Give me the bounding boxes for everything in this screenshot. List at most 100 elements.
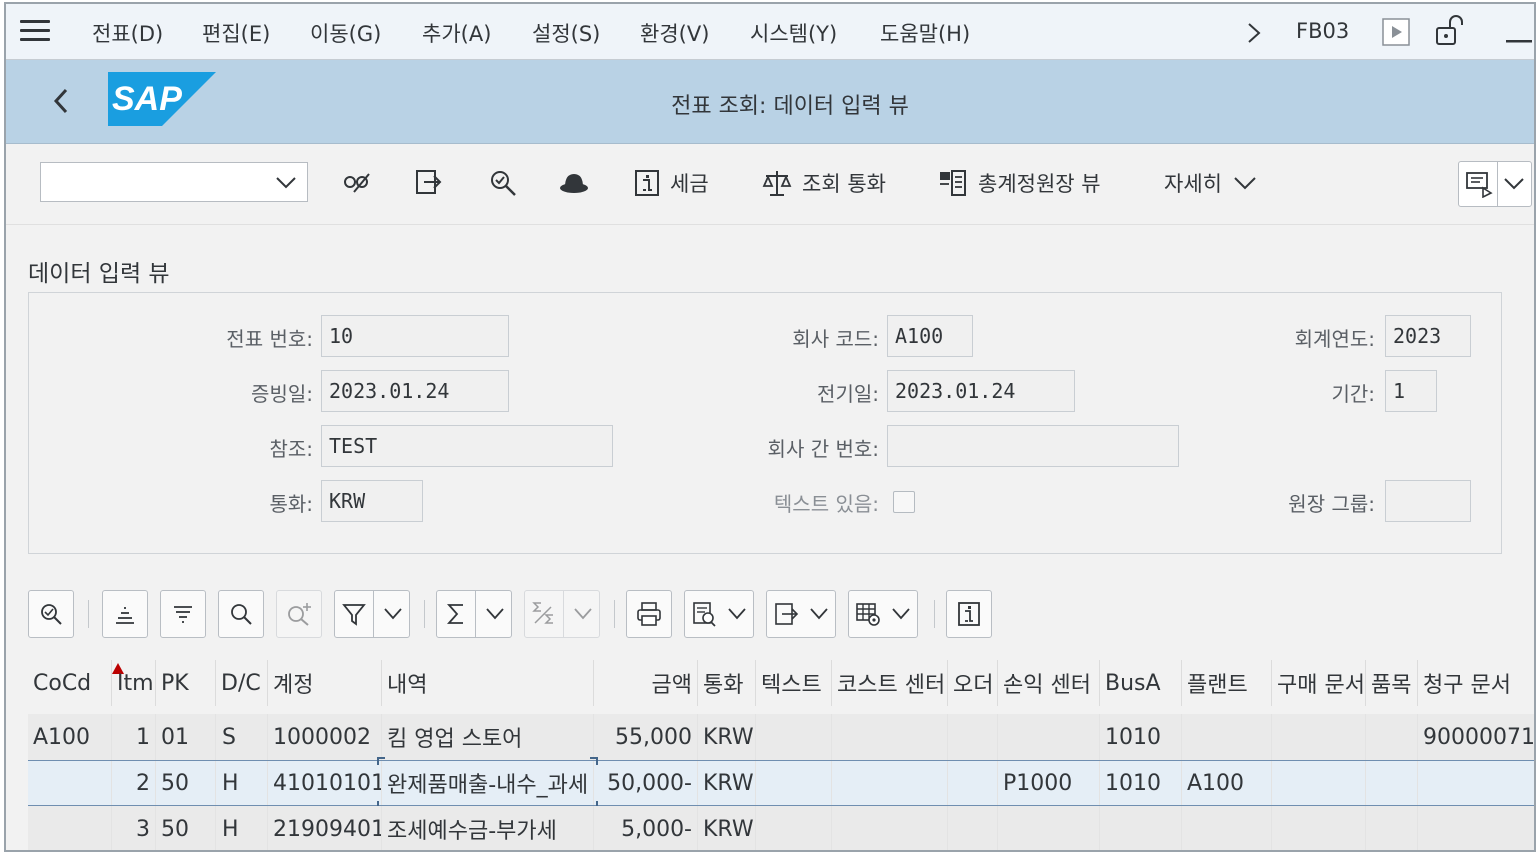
col-header-item[interactable]: Itm	[112, 660, 156, 706]
cell-text[interactable]	[756, 806, 832, 850]
col-header-busa[interactable]: BusA	[1100, 660, 1182, 706]
ledger-group-field[interactable]	[1385, 480, 1471, 522]
doc-date-field[interactable]: 2023.01.24	[321, 370, 509, 412]
cell-account[interactable]: 1000002	[268, 714, 382, 760]
cell-purchase-doc[interactable]	[1272, 761, 1366, 805]
cell-cost-center[interactable]	[832, 806, 948, 850]
menu-document[interactable]: 전표(D)	[92, 18, 163, 48]
menu-settings[interactable]: 설정(S)	[532, 18, 600, 48]
cell-purchase-doc[interactable]	[1272, 806, 1366, 850]
filter-split-button[interactable]	[334, 590, 410, 638]
reference-field[interactable]: TEST	[321, 425, 613, 467]
details-button[interactable]	[28, 590, 74, 638]
col-header-currency[interactable]: 통화	[698, 660, 756, 706]
col-header-amount[interactable]: 금액	[594, 660, 698, 706]
unlock-icon[interactable]	[1434, 14, 1464, 48]
cell-account[interactable]: 41010101	[268, 761, 382, 805]
cell-busa[interactable]: 1010	[1100, 714, 1182, 760]
edit-glasses-button[interactable]	[342, 165, 372, 201]
col-header-text[interactable]: 텍스트	[756, 660, 832, 706]
cell-busa[interactable]	[1100, 806, 1182, 850]
cell-cocd[interactable]	[28, 761, 112, 805]
sort-desc-button[interactable]	[160, 590, 206, 638]
menu-extras[interactable]: 추가(A)	[422, 18, 491, 48]
cell-account[interactable]: 21909401	[268, 806, 382, 850]
subtotal-split-button[interactable]	[524, 590, 600, 638]
cell-po-item[interactable]	[1366, 806, 1418, 850]
currency-field[interactable]: KRW	[321, 480, 423, 522]
cell-pk[interactable]: 50	[156, 806, 216, 850]
switch-button[interactable]	[414, 165, 444, 201]
menu-edit[interactable]: 편집(E)	[202, 18, 270, 48]
col-header-pk[interactable]: PK	[156, 660, 216, 706]
posting-date-field[interactable]: 2023.01.24	[887, 370, 1075, 412]
col-header-plant[interactable]: 플랜트	[1182, 660, 1272, 706]
cell-description[interactable]: 조세예수금-부가세	[382, 806, 594, 850]
table-row[interactable]: A100 1 01 S 1000002 킴 영업 스토어 55,000 KRW …	[28, 714, 1534, 760]
menu-goto[interactable]: 이동(G)	[310, 18, 381, 48]
cell-busa[interactable]: 1010	[1100, 761, 1182, 805]
execute-icon[interactable]	[1382, 18, 1410, 46]
cell-order[interactable]	[948, 761, 998, 805]
cell-currency[interactable]: KRW	[698, 761, 756, 805]
cell-po-item[interactable]	[1366, 761, 1418, 805]
cell-text[interactable]	[756, 761, 832, 805]
cell-dc[interactable]: H	[216, 761, 268, 805]
cell-purchase-doc[interactable]	[1272, 714, 1366, 760]
table-row-selected[interactable]: 2 50 H 41010101 완제품매출-내수_과세 50,000- KRW …	[28, 757, 1534, 809]
col-header-cocd[interactable]: CoCd	[28, 660, 112, 706]
menu-system[interactable]: 시스템(Y)	[750, 18, 837, 48]
cell-cost-center[interactable]	[832, 714, 948, 760]
menu-help[interactable]: 도움말(H)	[880, 18, 970, 48]
cell-description[interactable]: 킴 영업 스토어	[382, 714, 594, 760]
cell-pk[interactable]: 50	[156, 761, 216, 805]
cell-item[interactable]: 1	[112, 714, 156, 760]
print-button[interactable]	[626, 590, 672, 638]
export-split-button[interactable]	[766, 590, 836, 638]
cell-dc[interactable]: S	[216, 714, 268, 760]
col-header-purchase-doc[interactable]: 구매 문서	[1272, 660, 1366, 706]
menu-environment[interactable]: 환경(V)	[640, 18, 709, 48]
cell-profit-center[interactable]	[998, 714, 1100, 760]
menu-icon[interactable]	[20, 20, 50, 44]
fiscal-year-field[interactable]: 2023	[1385, 315, 1471, 357]
col-header-dc[interactable]: D/C	[216, 660, 268, 706]
cell-item[interactable]: 3	[112, 806, 156, 850]
cell-currency[interactable]: KRW	[698, 714, 756, 760]
cell-billing-doc[interactable]	[1418, 806, 1534, 850]
tax-button[interactable]: 세금	[634, 165, 709, 201]
display-button[interactable]	[488, 165, 518, 201]
text-exists-checkbox[interactable]	[893, 491, 915, 513]
cell-po-item[interactable]	[1366, 714, 1418, 760]
col-header-po-item[interactable]: 품목	[1366, 660, 1418, 706]
cell-item[interactable]: 2	[112, 761, 156, 805]
cell-text[interactable]	[756, 714, 832, 760]
cell-order[interactable]	[948, 806, 998, 850]
intercompany-field[interactable]	[887, 425, 1179, 467]
cell-currency[interactable]: KRW	[698, 806, 756, 850]
info-button[interactable]	[946, 590, 992, 638]
sum-split-button[interactable]	[436, 590, 512, 638]
find-next-button[interactable]	[276, 590, 322, 638]
cell-billing-doc[interactable]: 90000071	[1418, 714, 1534, 760]
cell-order[interactable]	[948, 714, 998, 760]
cell-profit-center[interactable]: P1000	[998, 761, 1100, 805]
cell-pk[interactable]: 01	[156, 714, 216, 760]
cell-cocd[interactable]	[28, 806, 112, 850]
col-header-profit-center[interactable]: 손익 센터	[998, 660, 1100, 706]
command-dropdown[interactable]	[40, 162, 308, 202]
nav-forward-icon[interactable]	[1246, 22, 1262, 44]
col-header-billing-doc[interactable]: 청구 문서	[1418, 660, 1534, 706]
col-header-cost-center[interactable]: 코스트 센터	[832, 660, 948, 706]
grid-settings-split-button[interactable]	[848, 590, 918, 638]
table-row[interactable]: 3 50 H 21909401 조세예수금-부가세 5,000- KRW	[28, 806, 1534, 850]
cell-dc[interactable]: H	[216, 806, 268, 850]
cell-cocd[interactable]: A100	[28, 714, 112, 760]
cell-plant[interactable]	[1182, 714, 1272, 760]
period-field[interactable]: 1	[1385, 370, 1437, 412]
cell-amount[interactable]: 5,000-	[594, 806, 698, 850]
sort-asc-button[interactable]	[102, 590, 148, 638]
display-currency-button[interactable]: 조회 통화	[762, 165, 886, 201]
cell-cost-center[interactable]	[832, 761, 948, 805]
cell-billing-doc[interactable]	[1418, 761, 1534, 805]
